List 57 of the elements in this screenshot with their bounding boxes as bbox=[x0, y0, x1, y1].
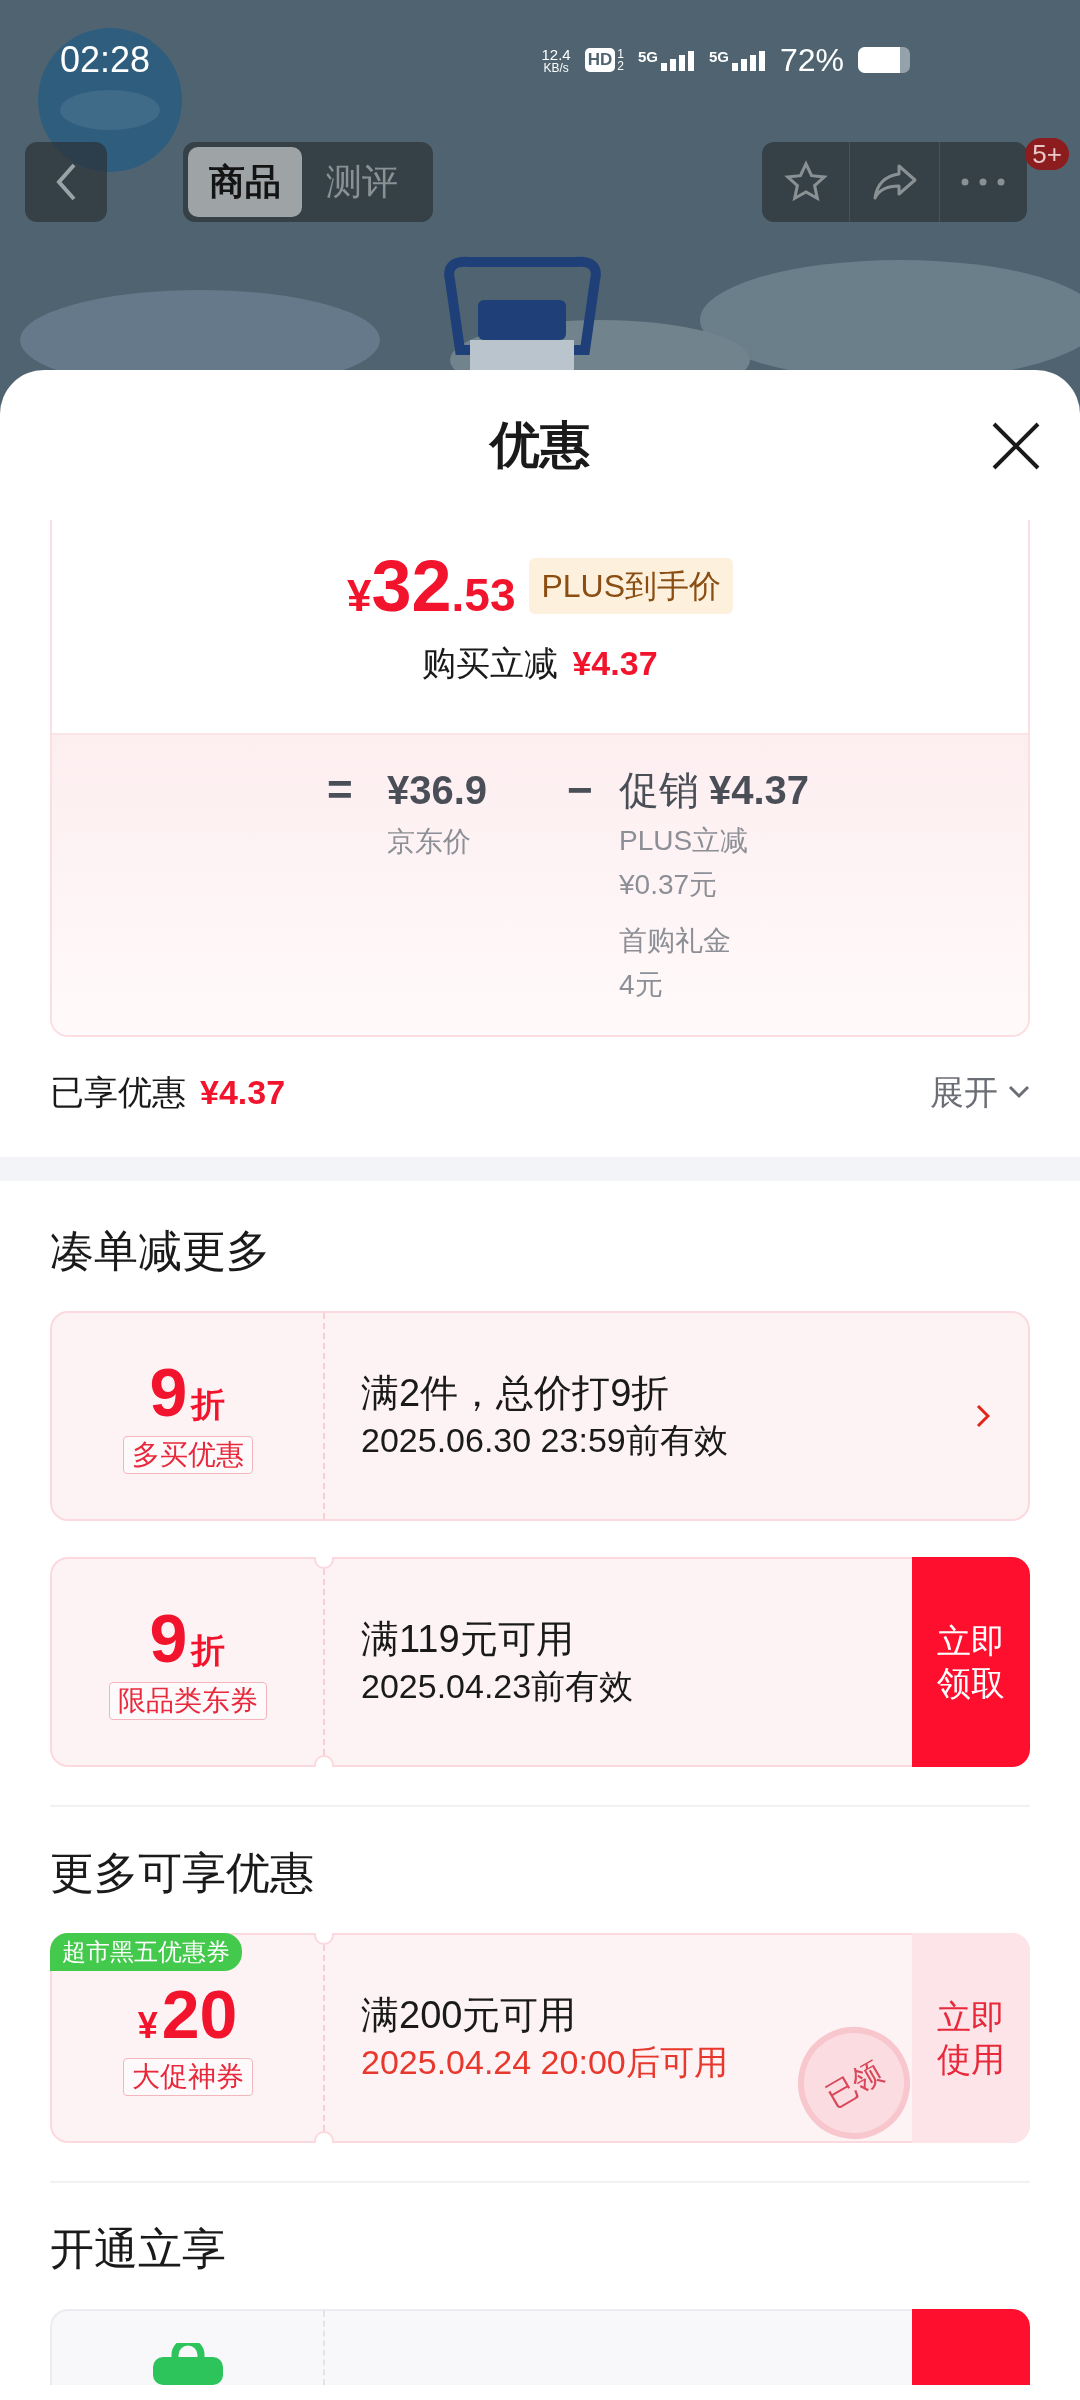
close-icon bbox=[991, 421, 1041, 471]
sheet-title: 优惠 bbox=[490, 415, 590, 475]
coupon-value: 9折 bbox=[149, 1604, 226, 1672]
equals-sign: = bbox=[327, 765, 354, 816]
coupon-tag: 多买优惠 bbox=[122, 1436, 253, 1474]
savings-label: 已享优惠 bbox=[50, 1071, 186, 1113]
coupon-tag: 限品类东券 bbox=[108, 1682, 267, 1720]
network-unit: KB/s bbox=[543, 61, 569, 74]
sim-number: 2 bbox=[617, 60, 624, 72]
section-title: 开通立享 bbox=[50, 2223, 227, 2275]
promo-item-amount: ¥0.37元 bbox=[619, 868, 719, 902]
shopping-bag-icon bbox=[152, 2343, 223, 2385]
chevron-down-icon bbox=[1008, 1085, 1030, 1099]
hd-badge: HD bbox=[584, 48, 616, 72]
minus-sign: − bbox=[567, 765, 594, 816]
sim-number: 1 bbox=[617, 48, 624, 60]
coupon-validity: 2025.04.24 20:00后可用 bbox=[361, 2042, 728, 2083]
signal-icon bbox=[660, 49, 695, 71]
savings-value: ¥4.37 bbox=[200, 1071, 286, 1113]
clock: 02:28 bbox=[60, 38, 151, 82]
promo-value: ¥4.37 bbox=[709, 767, 810, 814]
coupon-condition: 满200元可用 bbox=[361, 1993, 577, 2038]
promo-item-amount: 4元 bbox=[619, 968, 664, 1002]
coupon-condition: 满2件，总价打9折 bbox=[361, 1371, 670, 1416]
coupon-validity: 2025.06.30 23:59前有效 bbox=[361, 1420, 728, 1461]
network-speed: 12.4 bbox=[541, 46, 571, 62]
list-price-label: 京东价 bbox=[387, 825, 472, 859]
corner-label: 超市黑五优惠券 bbox=[50, 1933, 242, 1971]
section-title: 凑单减更多 bbox=[50, 1225, 271, 1277]
promo-item-name: 首购礼金 bbox=[619, 924, 732, 958]
claim-button[interactable]: 立即领取 bbox=[912, 1557, 1030, 1767]
discount-label: 购买立减 bbox=[422, 643, 559, 684]
final-price: ¥32.53 bbox=[346, 550, 516, 622]
battery-icon bbox=[858, 47, 910, 73]
plus-tag: PLUS到手价 bbox=[529, 558, 734, 614]
signal-icon bbox=[731, 49, 766, 71]
battery-percent: 72% bbox=[779, 41, 844, 80]
network-type: 5G bbox=[637, 49, 658, 64]
discount-value: ¥4.37 bbox=[572, 643, 658, 684]
use-button[interactable]: 立即使用 bbox=[912, 1933, 1030, 2143]
promo-item-name: PLUS立减 bbox=[619, 824, 750, 858]
expand-button[interactable]: 展开 bbox=[930, 1066, 1030, 1118]
network-type: 5G bbox=[708, 49, 729, 64]
coupon-validity: 2025.04.23前有效 bbox=[361, 1666, 634, 1707]
tab[interactable]: 测评 bbox=[302, 147, 422, 217]
list-price: ¥36.9 bbox=[387, 767, 489, 814]
coupon-value: 9折 bbox=[149, 1358, 226, 1426]
coupon-value: ¥20 bbox=[137, 1980, 238, 2048]
more-icon bbox=[961, 178, 1005, 186]
back-button[interactable] bbox=[25, 142, 107, 222]
back-icon bbox=[55, 162, 77, 202]
section-title: 更多可享优惠 bbox=[50, 1847, 315, 1899]
tab[interactable]: 商品 bbox=[188, 147, 302, 217]
promo-label: 促销 bbox=[619, 767, 699, 814]
coupon-tag: 大促神券 bbox=[122, 2058, 253, 2096]
chevron-right-icon bbox=[976, 1404, 990, 1428]
coupon-condition: 满119元可用 bbox=[361, 1617, 574, 1662]
